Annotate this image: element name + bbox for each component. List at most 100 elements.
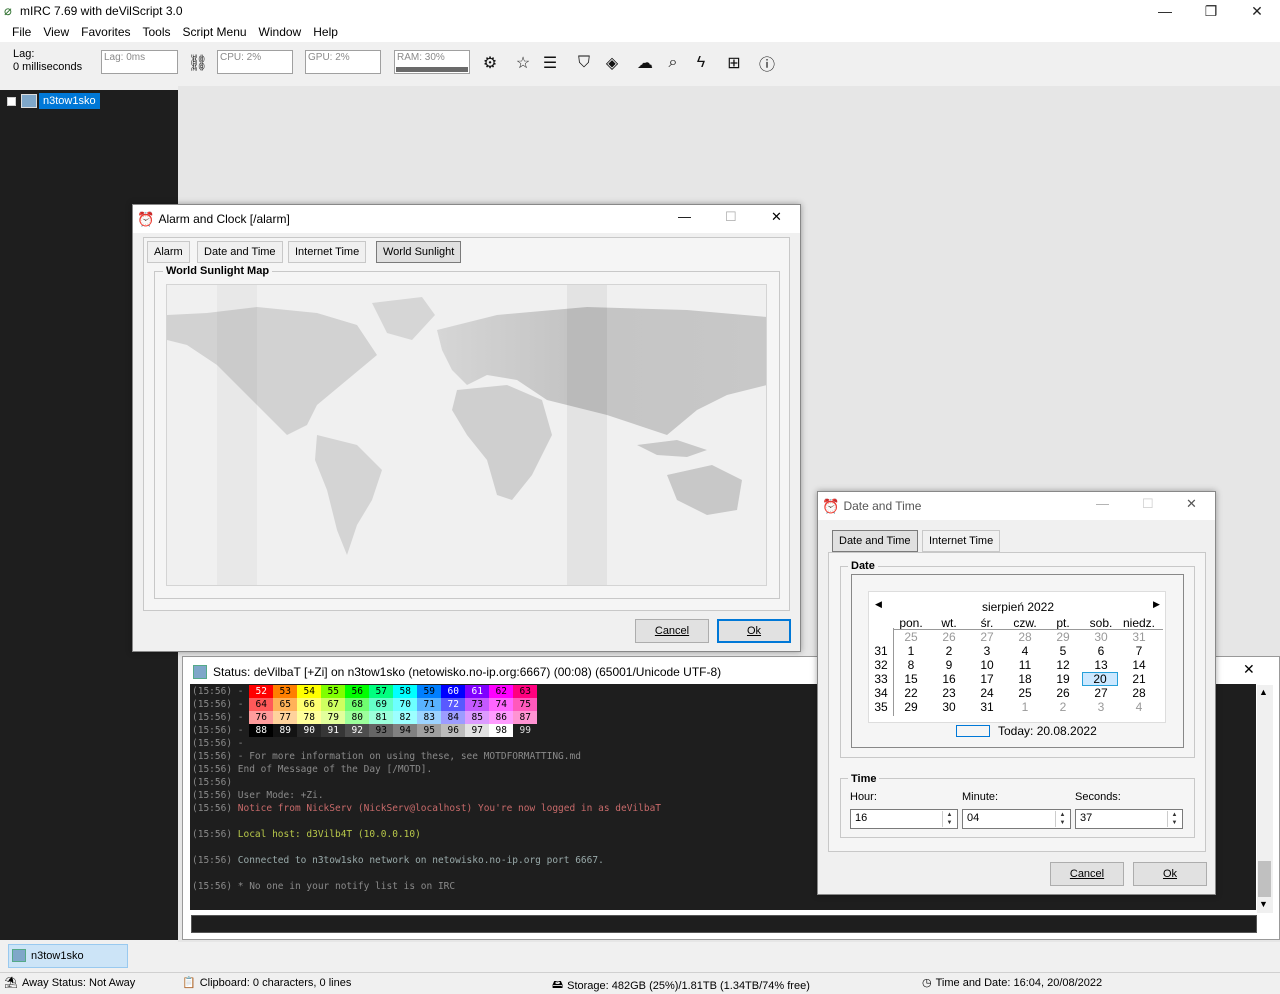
calendar-day[interactable]: 28 xyxy=(1006,630,1044,644)
scroll-thumb[interactable] xyxy=(1258,861,1271,897)
menu-favorites[interactable]: Favorites xyxy=(75,22,136,42)
status-title: Status: deVilbaT [+Zi] on n3tow1sko (net… xyxy=(213,665,722,679)
favorites-icon[interactable]: ☆ xyxy=(512,52,534,74)
minimize-button[interactable]: — xyxy=(1142,0,1188,22)
calendar-day[interactable]: 3 xyxy=(1082,700,1120,714)
alarm-cancel-button[interactable]: Cancel xyxy=(635,619,709,643)
scroll-up-icon[interactable]: ▲ xyxy=(1259,687,1268,697)
minute-spin-arrows-icon[interactable]: ▲ ▼ xyxy=(1055,811,1069,827)
status-close-icon[interactable]: ✕ xyxy=(1243,661,1255,678)
calendar-day[interactable]: 15 xyxy=(892,672,930,686)
calendar-day[interactable]: 11 xyxy=(1006,658,1044,672)
hour-spin-arrows-icon[interactable]: ▲ ▼ xyxy=(942,811,956,827)
calendar-day[interactable]: 31 xyxy=(968,700,1006,714)
calendar-day[interactable]: 31 xyxy=(1120,630,1158,644)
calendar-day[interactable]: 2 xyxy=(930,644,968,658)
shield-icon[interactable]: ⛉ xyxy=(573,52,595,74)
hour-spinner[interactable]: 16 ▲ ▼ xyxy=(850,809,958,829)
seconds-spinner[interactable]: 37 ▲ ▼ xyxy=(1075,809,1183,829)
alarm-ok-button[interactable]: Ok xyxy=(717,619,791,643)
user-shield-icon[interactable]: ◈ xyxy=(601,52,623,74)
calendar-day[interactable]: 2 xyxy=(1044,700,1082,714)
today-link[interactable]: Today: 20.08.2022 xyxy=(998,724,1097,738)
next-month-icon[interactable]: ▶ xyxy=(1153,599,1160,610)
menu-window[interactable]: Window xyxy=(253,22,308,42)
tab-date-and-time-2[interactable]: Date and Time xyxy=(832,530,918,552)
calendar-day[interactable]: 4 xyxy=(1120,700,1158,714)
settings-icon[interactable]: ⚙ xyxy=(479,52,501,74)
calendar-day[interactable]: 7 xyxy=(1120,644,1158,658)
menu-tools[interactable]: Tools xyxy=(137,22,177,42)
calendar-day[interactable]: 5 xyxy=(1044,644,1082,658)
calendar-day[interactable]: 27 xyxy=(968,630,1006,644)
calendar-day[interactable]: 1 xyxy=(1006,700,1044,714)
calendar-day[interactable]: 29 xyxy=(892,700,930,714)
calendar-day[interactable]: 30 xyxy=(1082,630,1120,644)
calendar-day[interactable]: 28 xyxy=(1120,686,1158,700)
alarm-minimize-button[interactable]: — xyxy=(678,209,691,224)
calendar-day[interactable]: 1 xyxy=(892,644,930,658)
tab-internet-time-2[interactable]: Internet Time xyxy=(922,530,1001,552)
calendar-day[interactable]: 30 xyxy=(930,700,968,714)
menu-script[interactable]: Script Menu xyxy=(177,22,253,42)
expand-toggle-icon[interactable] xyxy=(7,97,16,106)
menu-help[interactable]: Help xyxy=(307,22,344,42)
tree-item-server[interactable]: n3tow1sko xyxy=(39,93,100,109)
calendar-day[interactable]: 3 xyxy=(968,644,1006,658)
alarm-close-button[interactable]: ✕ xyxy=(771,209,782,225)
calendar-day[interactable]: 20 xyxy=(1082,672,1118,686)
close-button[interactable]: ✕ xyxy=(1234,0,1280,22)
date-cancel-button[interactable]: Cancel xyxy=(1050,862,1124,886)
command-input[interactable] xyxy=(191,915,1257,933)
calendar-day[interactable]: 18 xyxy=(1006,672,1044,686)
calendar-day[interactable]: 24 xyxy=(968,686,1006,700)
calendar-day[interactable]: 25 xyxy=(892,630,930,644)
seconds-spin-arrows-icon[interactable]: ▲ ▼ xyxy=(1167,811,1181,827)
scroll-down-icon[interactable]: ▼ xyxy=(1259,899,1268,909)
calendar-day[interactable]: 8 xyxy=(892,658,930,672)
windows-icon[interactable]: ⊞ xyxy=(723,52,745,74)
calendar-day[interactable]: 21 xyxy=(1120,672,1158,686)
tab-date-and-time[interactable]: Date and Time xyxy=(197,241,283,263)
menu-view[interactable]: View xyxy=(37,22,75,42)
calendar-day[interactable]: 29 xyxy=(1044,630,1082,644)
scrollbar[interactable]: ▲ ▼ xyxy=(1257,685,1273,913)
calendar-day[interactable]: 26 xyxy=(930,630,968,644)
calendar-day[interactable]: 16 xyxy=(930,672,968,686)
menu-file[interactable]: File xyxy=(6,22,37,42)
tab-alarm[interactable]: Alarm xyxy=(147,241,190,263)
log-timestamp: (15:56) xyxy=(192,764,233,775)
calendar-day[interactable]: 17 xyxy=(968,672,1006,686)
browse-icon[interactable]: ⌕ xyxy=(662,52,684,74)
calendar-day[interactable]: 19 xyxy=(1044,672,1082,686)
cloud-icon[interactable]: ☁ xyxy=(634,52,656,74)
date-ok-button[interactable]: Ok xyxy=(1133,862,1207,886)
help-icon[interactable]: ⓘ xyxy=(756,52,778,74)
date-close-button[interactable]: ✕ xyxy=(1186,496,1197,512)
calendar-day[interactable]: 6 xyxy=(1082,644,1120,658)
minute-value: 04 xyxy=(967,812,980,824)
tab-internet-time[interactable]: Internet Time xyxy=(288,241,367,263)
calendar-day[interactable]: 10 xyxy=(968,658,1006,672)
search-list-icon[interactable]: ☰ xyxy=(539,52,561,74)
lightning-icon[interactable]: ϟ xyxy=(690,52,712,74)
calendar-day[interactable]: 26 xyxy=(1044,686,1082,700)
calendar-day[interactable]: 9 xyxy=(930,658,968,672)
calendar-day[interactable]: 14 xyxy=(1120,658,1158,672)
storage-icon: 🖴 xyxy=(552,979,564,991)
calendar-day[interactable]: 27 xyxy=(1082,686,1120,700)
restore-button[interactable]: ❐ xyxy=(1188,0,1234,22)
calendar-day[interactable]: 23 xyxy=(930,686,968,700)
calendar-day[interactable]: 22 xyxy=(892,686,930,700)
tab-world-sunlight[interactable]: World Sunlight xyxy=(376,241,462,263)
calendar-day[interactable]: 4 xyxy=(1006,644,1044,658)
connect-icon[interactable]: ⛓ xyxy=(187,52,209,74)
minute-spinner[interactable]: 04 ▲ ▼ xyxy=(962,809,1071,829)
color-swatch: 80 xyxy=(345,711,370,724)
calendar-day[interactable]: 13 xyxy=(1082,658,1120,672)
switchbar-item[interactable]: n3tow1sko xyxy=(8,944,128,968)
calendar-day[interactable]: 12 xyxy=(1044,658,1082,672)
calendar-day[interactable]: 25 xyxy=(1006,686,1044,700)
date-minimize-button[interactable]: — xyxy=(1096,496,1109,511)
lag-value: 0 milliseconds xyxy=(13,61,83,73)
